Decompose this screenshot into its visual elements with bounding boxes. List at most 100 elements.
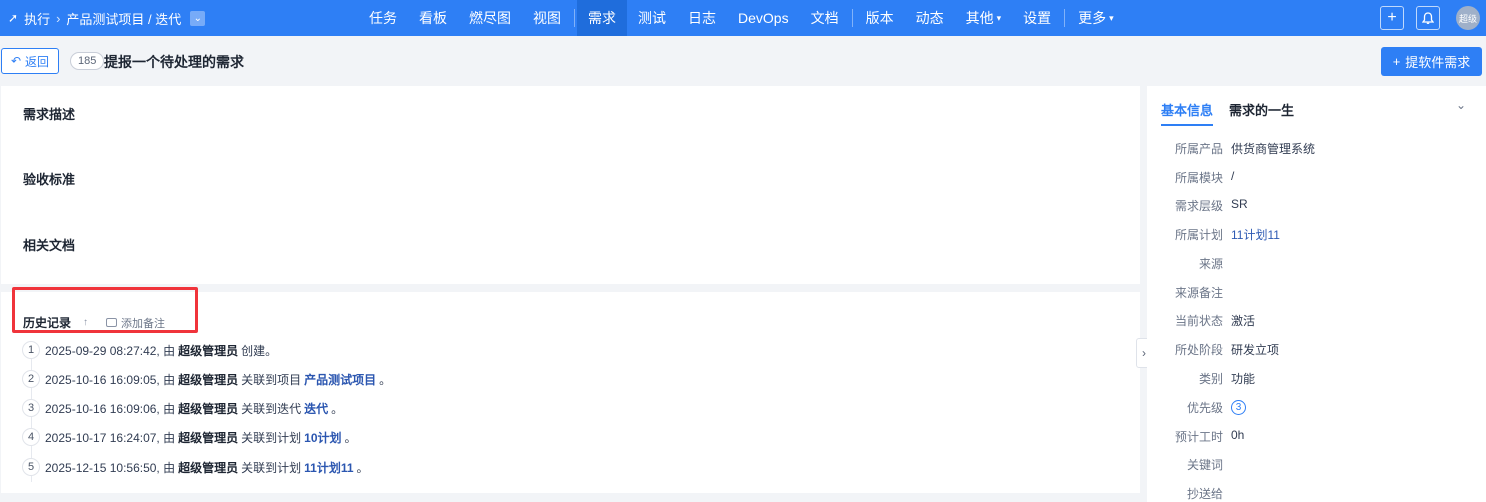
field-keywords: 关键词 <box>1173 456 1231 473</box>
nav-more-label: 更多 <box>1078 10 1107 26</box>
nav-doc[interactable]: 文档 <box>800 0 850 36</box>
history-entry: 3 2025-10-16 16:09:06, 由 超级管理员 关联到迭代 迭代 … <box>22 399 343 417</box>
entry-end: 。 <box>331 401 344 416</box>
nav-settings[interactable]: 设置 <box>1012 0 1062 36</box>
entry-actor: 超级管理员 <box>178 343 239 358</box>
field-label: 抄送给 <box>1186 487 1223 501</box>
chevron-down-icon[interactable]: ⌄ <box>1456 98 1466 112</box>
section-acceptance: 验收标准 <box>23 172 76 187</box>
entry-number: 1 <box>22 341 40 359</box>
field-value: 供货商管理系统 <box>1231 142 1316 156</box>
entry-number: 5 <box>22 458 40 476</box>
field-label: 来源 <box>1198 257 1223 271</box>
chevron-down-icon: ▾ <box>996 12 1002 23</box>
field-module: 所属模块 / <box>1173 169 1234 186</box>
entry-action: 关联到计划 <box>241 430 302 445</box>
field-level: 需求层级 SR <box>1173 197 1248 214</box>
plus-icon[interactable]: + <box>1380 6 1404 30</box>
field-estimate: 预计工时 0h <box>1173 428 1244 445</box>
history-entry: 4 2025-10-17 16:24:07, 由 超级管理员 关联到计划 10计… <box>22 428 357 446</box>
entry-end: 。 <box>379 372 392 387</box>
entry-target-link[interactable]: 迭代 <box>304 400 328 417</box>
breadcrumb-project[interactable]: 产品测试项目 / 迭代 <box>66 9 181 28</box>
entry-end: 。 <box>356 460 369 475</box>
nav-other-label: 其他 <box>965 10 994 26</box>
top-bar: ➚ 执行 › 产品测试项目 / 迭代 ⌄ 任务 看板 燃尽图 视图 需求 测试 … <box>0 0 1486 36</box>
chevron-right-icon: › <box>1142 346 1146 360</box>
history-entry: 1 2025-09-29 08:27:42, 由 超级管理员 创建。 <box>22 341 277 359</box>
add-button-label: 提软件需求 <box>1405 55 1471 70</box>
field-value: SR <box>1231 197 1248 211</box>
field-category: 类别 功能 <box>1173 370 1255 387</box>
highlight-box <box>12 287 198 333</box>
entry-number: 3 <box>22 399 40 417</box>
entry-action: 关联到迭代 <box>241 401 302 416</box>
nav-build[interactable]: 版本 <box>855 0 905 36</box>
field-label: 需求层级 <box>1174 199 1223 213</box>
field-source: 来源 <box>1173 255 1231 272</box>
field-label: 优先级 <box>1186 401 1223 415</box>
field-label: 当前状态 <box>1174 314 1223 328</box>
field-product: 所属产品 供货商管理系统 <box>1173 140 1315 157</box>
entry-time: 2025-10-16 16:09:05, 由 <box>45 372 176 387</box>
nav-other[interactable]: 其他 ▾ <box>955 0 1013 36</box>
entry-number: 4 <box>22 428 40 446</box>
section-docs: 相关文档 <box>23 238 76 253</box>
entry-target-link[interactable]: 11计划11 <box>304 459 353 476</box>
entry-actor: 超级管理员 <box>178 401 239 416</box>
entry-action: 关联到计划 <box>241 460 302 475</box>
field-label: 类别 <box>1198 372 1223 386</box>
field-source-note: 来源备注 <box>1173 284 1231 301</box>
history-entry: 5 2025-12-15 10:56:50, 由 超级管理员 关联到计划 11计… <box>22 458 369 476</box>
bell-icon[interactable] <box>1416 6 1440 30</box>
field-value: 0h <box>1231 428 1245 442</box>
entry-time: 2025-10-16 16:09:06, 由 <box>45 401 176 416</box>
nav-kanban[interactable]: 看板 <box>408 0 458 36</box>
entry-time: 2025-09-29 08:27:42, 由 <box>45 343 176 358</box>
entry-end: 。 <box>344 430 357 445</box>
breadcrumb-separator-icon: › <box>56 10 61 26</box>
entry-action: 创建。 <box>241 343 278 358</box>
priority-value-wrap: 3 <box>1231 399 1246 416</box>
field-stage: 所处阶段 研发立项 <box>1173 341 1279 358</box>
field-value: 功能 <box>1231 372 1256 386</box>
back-button[interactable]: ↶ 返回 <box>1 48 59 74</box>
breadcrumb-root[interactable]: 执行 <box>24 9 50 28</box>
tab-story-lifecycle[interactable]: 需求的一生 <box>1229 100 1294 126</box>
entry-number: 2 <box>22 370 40 388</box>
chevron-down-icon[interactable]: ⌄ <box>190 10 206 26</box>
entry-target-link[interactable]: 10计划 <box>304 429 341 446</box>
tab-basic-info[interactable]: 基本信息 <box>1161 100 1214 126</box>
entry-action: 关联到项目 <box>241 372 302 387</box>
nav-burndown[interactable]: 燃尽图 <box>458 0 522 36</box>
nav-more[interactable]: 更多 ▾ <box>1067 0 1125 36</box>
field-label: 所属计划 <box>1174 228 1223 242</box>
nav-devops[interactable]: DevOps <box>727 0 800 36</box>
story-id-badge: 185 <box>70 52 105 70</box>
entry-target-link[interactable]: 产品测试项目 <box>304 371 376 388</box>
field-label: 所处阶段 <box>1174 343 1223 357</box>
entry-actor: 超级管理员 <box>178 430 239 445</box>
story-content-card <box>1 86 1140 284</box>
nav-log[interactable]: 日志 <box>677 0 727 36</box>
nav-test[interactable]: 测试 <box>627 0 677 36</box>
avatar[interactable]: 超级 <box>1456 6 1480 30</box>
nav-divider <box>851 9 853 27</box>
side-tabs: 基本信息 需求的一生 <box>1161 100 1294 126</box>
add-software-story-button[interactable]: + 提软件需求 <box>1381 47 1482 76</box>
nav-task[interactable]: 任务 <box>358 0 408 36</box>
field-label: 来源备注 <box>1174 286 1223 300</box>
undo-arrow-icon: ↶ <box>10 54 22 68</box>
nav-view[interactable]: 视图 <box>522 0 572 36</box>
plus-icon: + <box>1392 54 1401 69</box>
field-value: 研发立项 <box>1231 343 1280 357</box>
field-label: 所属产品 <box>1174 142 1223 156</box>
entry-actor: 超级管理员 <box>178 372 239 387</box>
nav-story[interactable]: 需求 <box>577 0 627 36</box>
field-label: 预计工时 <box>1174 430 1223 444</box>
field-cc: 抄送给 <box>1173 485 1231 502</box>
nav-dynamic[interactable]: 动态 <box>905 0 955 36</box>
field-value[interactable]: 11计划11 <box>1231 226 1280 243</box>
field-label: 关键词 <box>1186 458 1223 472</box>
execution-icon: ➚ <box>8 11 19 25</box>
